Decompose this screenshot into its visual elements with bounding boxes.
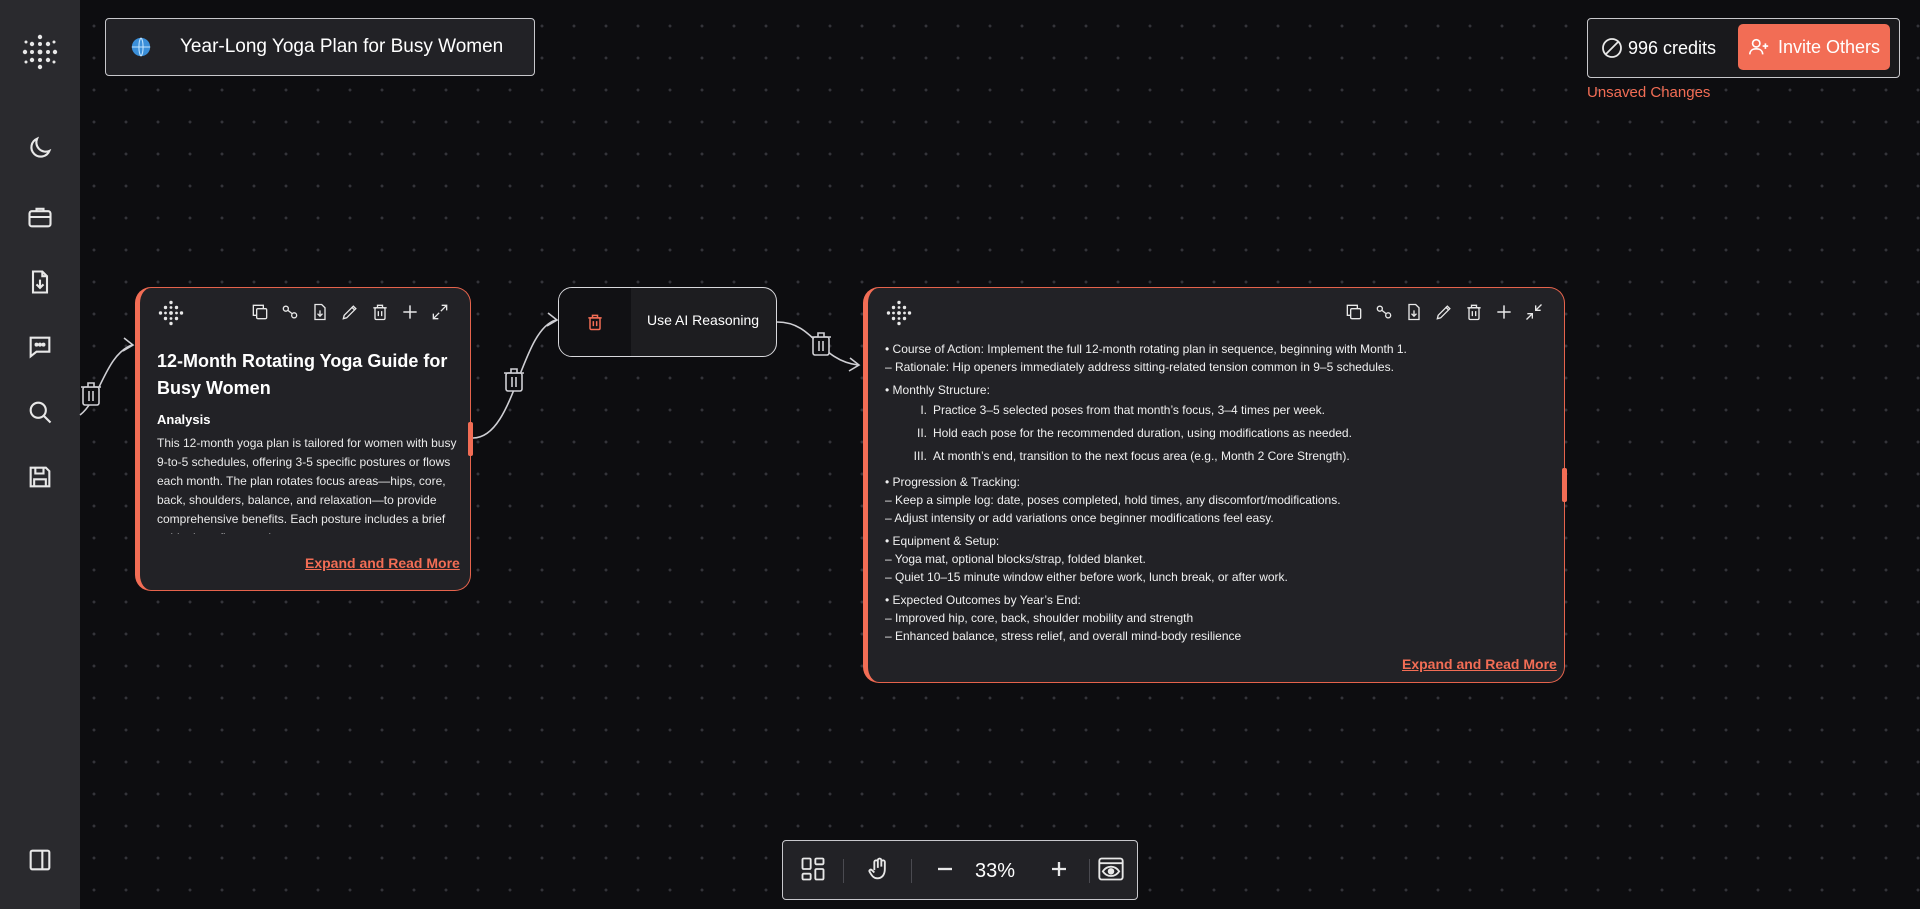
globe-icon xyxy=(130,36,152,58)
step-number: I. xyxy=(920,403,927,417)
node-body: • Course of Action: Implement the full 1… xyxy=(885,340,1555,645)
step-number: III. xyxy=(913,449,927,463)
output-handle[interactable] xyxy=(468,422,473,456)
download-file-icon[interactable] xyxy=(1404,302,1424,322)
unsaved-changes-indicator: Unsaved Changes xyxy=(1587,84,1711,101)
plus-icon[interactable] xyxy=(1494,302,1514,322)
toolbar-divider xyxy=(1089,859,1090,883)
step-number: II. xyxy=(916,426,927,440)
body-line: • Expected Outcomes by Year’s End: xyxy=(885,593,1081,607)
logo-icon[interactable] xyxy=(22,34,58,70)
trash-icon xyxy=(588,314,602,331)
project-title-box[interactable]: Year-Long Yoga Plan for Busy Women xyxy=(105,18,535,76)
hand-pan-icon[interactable] xyxy=(865,855,893,883)
credits-icon xyxy=(1600,36,1624,60)
body-line: • Course of Action: Implement the full 1… xyxy=(885,342,1407,356)
body-line: – Yoga mat, optional blocks/strap, folde… xyxy=(885,552,1146,566)
download-file-icon[interactable] xyxy=(310,302,330,322)
canvas-toolbar: 33% xyxy=(782,840,1138,900)
zoom-out-icon[interactable] xyxy=(931,855,959,883)
file-download-icon[interactable] xyxy=(26,268,54,296)
plus-icon[interactable] xyxy=(400,302,420,322)
expand-icon[interactable] xyxy=(430,302,450,322)
toolbar-divider xyxy=(911,859,912,883)
output-handle[interactable] xyxy=(1562,468,1567,502)
save-icon[interactable] xyxy=(26,463,54,491)
edge-analysis-arrow xyxy=(546,312,559,327)
briefcase-icon[interactable] xyxy=(26,203,54,231)
copy-icon[interactable] xyxy=(1344,302,1364,322)
node-logo-icon xyxy=(158,300,184,326)
body-line: • Equipment & Setup: xyxy=(885,534,1000,548)
zoom-level: 33% xyxy=(975,860,1016,882)
node-toolbar xyxy=(1344,302,1544,322)
step-text: Practice 3–5 selected poses from that mo… xyxy=(933,403,1325,417)
body-line: – Rationale: Hip openers immediately add… xyxy=(885,360,1394,374)
edge-incoming-arrow xyxy=(122,337,135,352)
reasoning-label: Use AI Reasoning xyxy=(647,312,760,328)
body-line: • Progression & Tracking: xyxy=(885,475,1020,489)
edit-icon[interactable] xyxy=(340,302,360,322)
invite-label: Invite Others xyxy=(1778,36,1881,57)
edge-result-arrow xyxy=(848,357,861,372)
moon-icon[interactable] xyxy=(26,134,54,162)
edit-icon[interactable] xyxy=(1434,302,1454,322)
credits-panel: 996 credits Invite Others xyxy=(1587,18,1900,78)
delete-edge-icon[interactable] xyxy=(502,366,526,394)
collapse-icon[interactable] xyxy=(1524,302,1544,322)
sidebar xyxy=(0,0,80,909)
node-body: This 12-month yoga plan is tailored for … xyxy=(157,436,457,534)
invite-others-button[interactable]: Invite Others xyxy=(1738,24,1890,70)
step-item: III. At month’s end, transition to the ne… xyxy=(885,445,1555,468)
panel-toggle-icon[interactable] xyxy=(26,846,54,874)
step-text: Hold each pose for the recommended durat… xyxy=(933,426,1352,440)
project-title[interactable]: Year-Long Yoga Plan for Busy Women xyxy=(180,36,503,58)
input-handle[interactable] xyxy=(863,348,868,382)
search-icon[interactable] xyxy=(26,398,54,426)
input-handle[interactable] xyxy=(135,330,140,364)
chat-icon[interactable] xyxy=(26,333,54,361)
node-title: 12-Month Rotating Yoga Guide for Busy Wo… xyxy=(157,351,448,398)
node-toolbar xyxy=(250,302,450,322)
body-line: • Monthly Structure: xyxy=(885,383,990,397)
ai-reasoning-node[interactable]: Use AI Reasoning xyxy=(558,287,777,357)
delete-edge-icon[interactable] xyxy=(809,330,833,358)
analysis-node[interactable]: 12-Month Rotating Yoga Guide for Busy Wo… xyxy=(135,287,473,591)
step-text: At month’s end, transition to the next f… xyxy=(933,449,1350,463)
result-node[interactable]: • Course of Action: Implement the full 1… xyxy=(863,287,1567,683)
body-line: – Quiet 10–15 minute window either befor… xyxy=(885,570,1288,584)
layout-grid-icon[interactable] xyxy=(799,855,827,883)
delete-node-button[interactable] xyxy=(559,288,631,356)
expand-read-more-link[interactable]: Expand and Read More xyxy=(1402,656,1557,672)
toolbar-divider xyxy=(843,859,844,883)
body-line: – Adjust intensity or add variations onc… xyxy=(885,511,1274,525)
link-icon[interactable] xyxy=(1374,302,1394,322)
expand-read-more-link[interactable]: Expand and Read More xyxy=(305,555,460,571)
step-item: II. Hold each pose for the recommended du… xyxy=(885,422,1555,445)
body-line: – Keep a simple log: date, poses complet… xyxy=(885,493,1341,507)
zoom-in-icon[interactable] xyxy=(1045,855,1073,883)
credits-count: 996 credits xyxy=(1628,38,1717,58)
delete-edge-icon[interactable] xyxy=(79,380,103,408)
node-subtitle: Analysis xyxy=(157,412,211,427)
step-item: I. Practice 3–5 selected poses from that … xyxy=(885,399,1555,422)
trash-icon[interactable] xyxy=(370,302,390,322)
preview-eye-icon[interactable] xyxy=(1097,855,1125,883)
body-line: – Enhanced balance, stress relief, and o… xyxy=(885,629,1242,643)
trash-icon[interactable] xyxy=(1464,302,1484,322)
body-line: – Improved hip, core, back, shoulder mob… xyxy=(885,611,1194,625)
node-logo-icon xyxy=(886,300,912,326)
user-plus-icon xyxy=(1749,38,1769,55)
copy-icon[interactable] xyxy=(250,302,270,322)
link-icon[interactable] xyxy=(280,302,300,322)
